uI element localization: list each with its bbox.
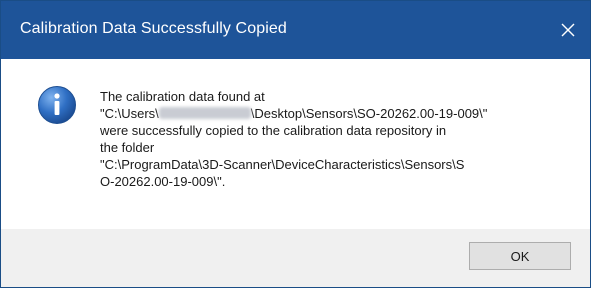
path-prefix: "C:\Users\ (100, 106, 159, 121)
path-suffix: \Desktop\Sensors\SO-20262.00-19-009\" (250, 106, 488, 121)
message-line: the folder (100, 140, 155, 155)
message-line-destination-path: "C:\ProgramData\3D-Scanner\DeviceCharact… (100, 157, 465, 172)
message-line-destination-path-end: O-20262.00-19-009\". (100, 174, 226, 189)
dialog-body: The calibration data found at "C:\Users\… (1, 59, 590, 229)
message-line-source-path: "C:\Users\ \Desktop\Sensors\SO-20262.00-1… (100, 105, 570, 122)
message-dialog: Calibration Data Successfully Copied The… (0, 0, 591, 288)
dialog-footer: OK (1, 229, 590, 287)
message-line: were successfully copied to the calibrat… (100, 123, 447, 138)
message-line: The calibration data found at (100, 89, 265, 104)
ok-button[interactable]: OK (469, 242, 571, 270)
information-icon (38, 86, 76, 124)
close-button[interactable] (546, 1, 590, 59)
close-icon (561, 23, 575, 37)
redacted-username (158, 107, 251, 119)
title-bar[interactable]: Calibration Data Successfully Copied (1, 1, 590, 59)
dialog-message: The calibration data found at "C:\Users\… (100, 88, 570, 190)
dialog-title: Calibration Data Successfully Copied (20, 20, 287, 37)
